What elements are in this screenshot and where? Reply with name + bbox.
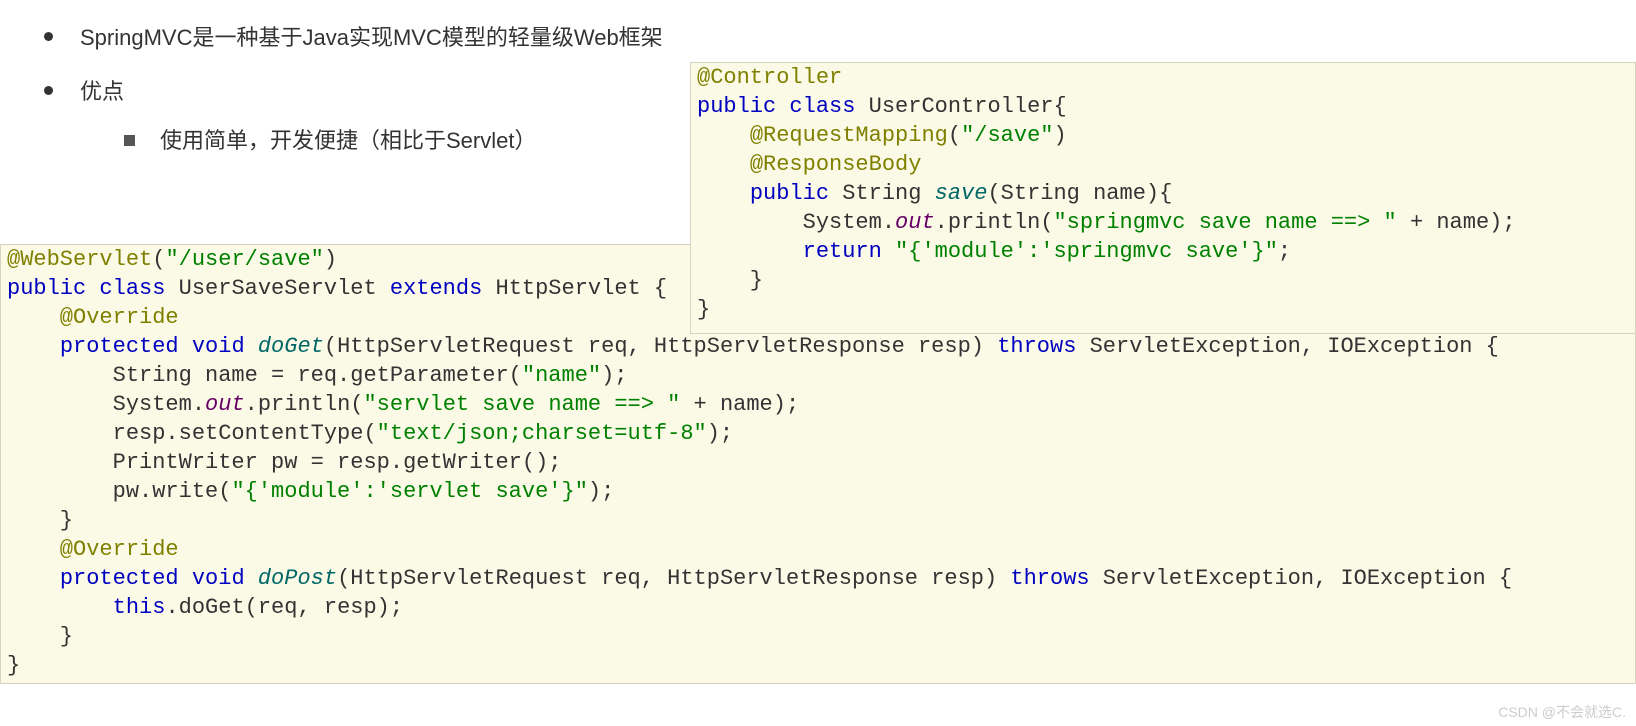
code-text: doPost xyxy=(258,566,337,591)
bullet-item-1: SpringMVC是一种基于Java实现MVC模型的轻量级Web框架 xyxy=(40,18,1636,58)
code-text: ); xyxy=(707,421,733,446)
code-text: } xyxy=(7,624,73,649)
code-text: } xyxy=(7,653,20,678)
code-text: throws xyxy=(1010,566,1089,591)
code-text: @Controller xyxy=(697,65,842,90)
code-text: ( xyxy=(152,247,165,272)
code-text: "springmvc save name ==> " xyxy=(1053,210,1396,235)
code-text: .println( xyxy=(245,392,364,417)
code-text: + name); xyxy=(1397,210,1516,235)
code-text: UserController{ xyxy=(855,94,1066,119)
code-text xyxy=(245,334,258,359)
code-text: "{'module':'springmvc save'}" xyxy=(895,239,1278,264)
code-text: throws xyxy=(997,334,1076,359)
code-text: @Override xyxy=(7,305,179,330)
code-text: extends xyxy=(390,276,482,301)
code-text: PrintWriter pw = resp.getWriter(); xyxy=(7,450,562,475)
code-text xyxy=(697,152,750,177)
code-text xyxy=(7,595,113,620)
code-text: void xyxy=(192,334,245,359)
code-text: save xyxy=(935,181,988,206)
code-text xyxy=(697,239,803,264)
code-text: resp.setContentType( xyxy=(7,421,377,446)
code-text: @RequestMapping xyxy=(750,123,948,148)
code-text: ( xyxy=(948,123,961,148)
code-text: .println( xyxy=(935,210,1054,235)
page-root: SpringMVC是一种基于Java实现MVC模型的轻量级Web框架 优点 使用… xyxy=(0,0,1636,726)
code-text: out xyxy=(205,392,245,417)
code-text: } xyxy=(697,297,710,322)
code-text: ; xyxy=(1278,239,1291,264)
code-text: protected xyxy=(60,334,179,359)
code-text xyxy=(7,334,60,359)
code-text: ); xyxy=(601,363,627,388)
code-text: } xyxy=(7,508,73,533)
code-text: out xyxy=(895,210,935,235)
code-text xyxy=(179,566,192,591)
code-text: HttpServlet { xyxy=(482,276,667,301)
code-text: ); xyxy=(588,479,614,504)
code-text: UserSaveServlet xyxy=(165,276,389,301)
controller-code-block: @Controller public class UserController{… xyxy=(690,62,1636,334)
bullet-item-2-label: 优点 xyxy=(80,79,124,104)
code-text xyxy=(7,566,60,591)
code-text: (String name){ xyxy=(987,181,1172,206)
code-text: "servlet save name ==> " xyxy=(363,392,680,417)
code-text: public xyxy=(7,276,86,301)
code-text: System. xyxy=(697,210,895,235)
code-text: "{'module':'servlet save'}" xyxy=(231,479,587,504)
code-text: "/user/save" xyxy=(165,247,323,272)
code-text xyxy=(697,123,750,148)
code-text: String name = req.getParameter( xyxy=(7,363,522,388)
code-text: System. xyxy=(7,392,205,417)
code-text: protected xyxy=(60,566,179,591)
code-text: ) xyxy=(324,247,337,272)
code-text: this xyxy=(113,595,166,620)
code-text: ServletException, IOException { xyxy=(1090,566,1512,591)
code-text: @Override xyxy=(7,537,179,562)
code-text: ) xyxy=(1053,123,1066,148)
code-text: @WebServlet xyxy=(7,247,152,272)
code-text: "/save" xyxy=(961,123,1053,148)
code-text xyxy=(882,239,895,264)
code-text xyxy=(179,334,192,359)
watermark-text: CSDN @不会就选C. xyxy=(1498,702,1626,722)
code-text: void xyxy=(192,566,245,591)
code-text xyxy=(776,94,789,119)
code-text: String xyxy=(829,181,935,206)
code-text: class xyxy=(99,276,165,301)
code-text: "text/json;charset=utf-8" xyxy=(377,421,707,446)
code-text: (HttpServletRequest req, HttpServletResp… xyxy=(337,566,1010,591)
code-text: "name" xyxy=(522,363,601,388)
code-text: doGet xyxy=(258,334,324,359)
code-text: @ResponseBody xyxy=(750,152,922,177)
code-text: (HttpServletRequest req, HttpServletResp… xyxy=(324,334,997,359)
code-text: + name); xyxy=(680,392,799,417)
code-text: class xyxy=(789,94,855,119)
code-text: public xyxy=(750,181,829,206)
code-text: } xyxy=(697,268,763,293)
code-text xyxy=(697,181,750,206)
code-text: pw.write( xyxy=(7,479,231,504)
code-text xyxy=(86,276,99,301)
code-text xyxy=(245,566,258,591)
code-text: ServletException, IOException { xyxy=(1076,334,1498,359)
code-text: return xyxy=(803,239,882,264)
code-text: public xyxy=(697,94,776,119)
code-text: .doGet(req, resp); xyxy=(165,595,403,620)
